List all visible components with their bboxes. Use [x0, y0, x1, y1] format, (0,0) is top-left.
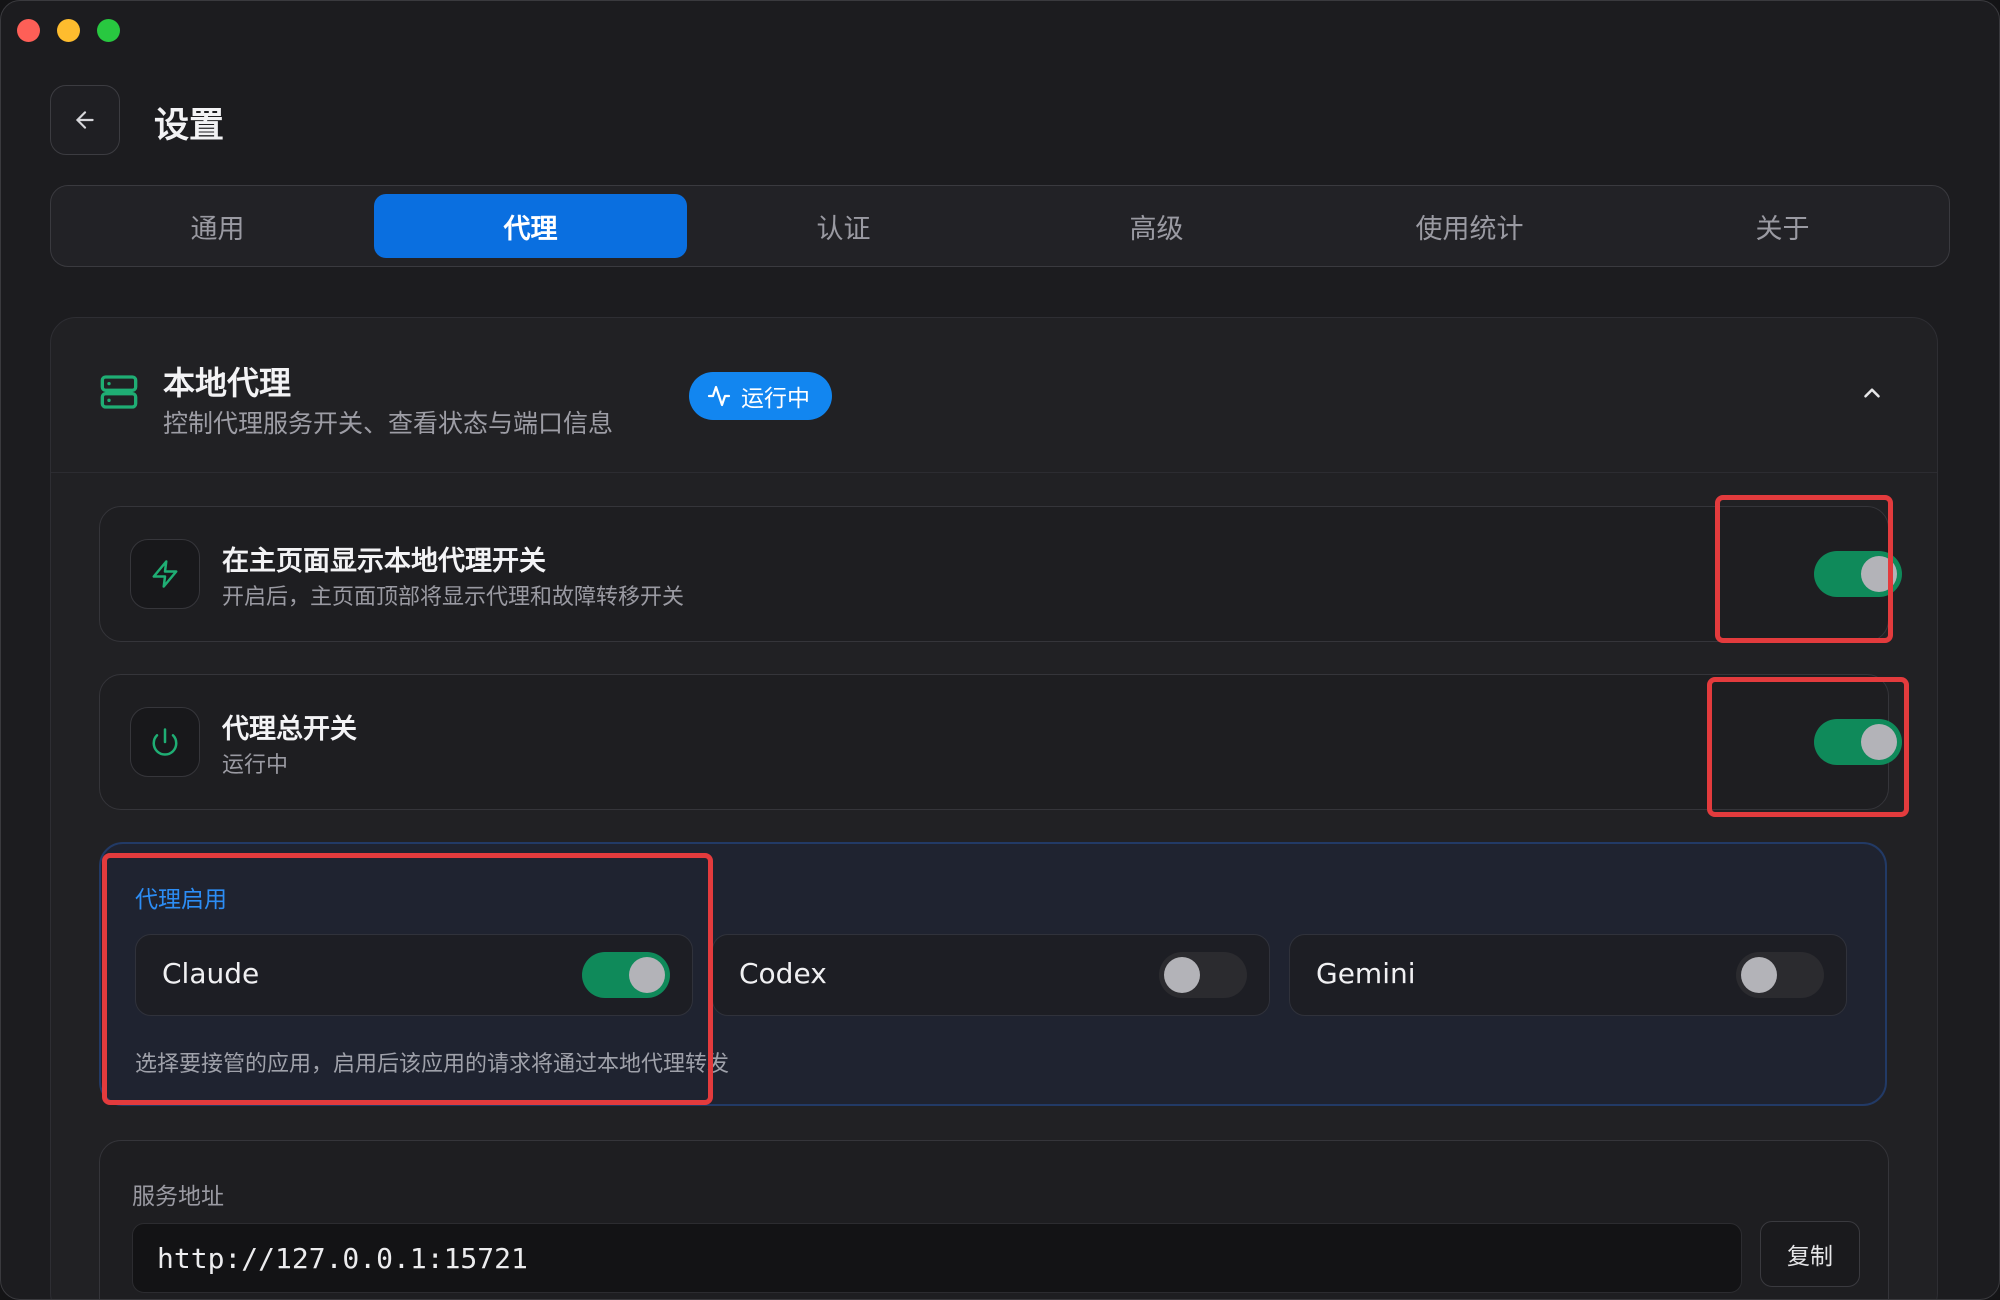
app-gemini: Gemini	[1289, 934, 1847, 1016]
section-subtitle: 控制代理服务开关、查看状态与端口信息	[163, 409, 614, 438]
server-icon	[99, 372, 139, 416]
activity-icon	[707, 385, 731, 407]
copy-button[interactable]: 复制	[1760, 1221, 1860, 1287]
show-on-home-title: 在主页面显示本地代理开关	[222, 546, 546, 577]
close-window-button[interactable]	[17, 19, 40, 42]
codex-toggle[interactable]	[1159, 952, 1247, 998]
master-switch-title: 代理总开关	[222, 714, 357, 745]
settings-tabbar: 通用 代理 认证 高级 使用统计 关于	[50, 185, 1950, 267]
app-name: Codex	[739, 957, 827, 990]
tab-auth[interactable]: 认证	[687, 194, 1000, 258]
back-button[interactable]	[50, 85, 120, 155]
master-switch-row: 代理总开关 运行中	[99, 674, 1902, 810]
app-name: Gemini	[1316, 957, 1416, 990]
tab-proxy[interactable]: 代理	[374, 194, 687, 258]
power-icon	[130, 707, 200, 777]
toggle-knob	[1741, 957, 1777, 993]
status-badge: 运行中	[689, 372, 832, 420]
chevron-up-icon[interactable]	[1859, 380, 1885, 410]
status-badge-label: 运行中	[741, 386, 810, 412]
local-proxy-card: 本地代理 控制代理服务开关、查看状态与端口信息 运行中 在主页面显示本地代理开关…	[50, 317, 1938, 1299]
page-title: 设置	[154, 106, 225, 146]
tab-advanced[interactable]: 高级	[1000, 194, 1313, 258]
show-on-home-row: 在主页面显示本地代理开关 开启后，主页面顶部将显示代理和故障转移开关	[99, 506, 1902, 642]
tab-usage-stats[interactable]: 使用统计	[1313, 194, 1626, 258]
highlight-box	[1715, 495, 1893, 643]
master-switch-status: 运行中	[222, 753, 289, 778]
local-proxy-header[interactable]: 本地代理 控制代理服务开关、查看状态与端口信息 运行中	[51, 318, 1937, 473]
toggle-knob	[1164, 957, 1200, 993]
zoom-window-button[interactable]	[97, 19, 120, 42]
highlight-box	[1707, 677, 1909, 817]
settings-window: 设置 通用 代理 认证 高级 使用统计 关于 本地代理 控制代理服务开关、查看状…	[0, 0, 2000, 1300]
minimize-window-button[interactable]	[57, 19, 80, 42]
service-address-card: 服务地址 http://127.0.0.1:15721 复制	[99, 1140, 1889, 1299]
show-on-home-description: 开启后，主页面顶部将显示代理和故障转移开关	[222, 585, 685, 610]
tab-about[interactable]: 关于	[1626, 194, 1939, 258]
section-title: 本地代理	[163, 364, 292, 402]
arrow-left-icon	[76, 111, 94, 129]
service-address-field[interactable]: http://127.0.0.1:15721	[132, 1223, 1742, 1293]
gemini-toggle[interactable]	[1736, 952, 1824, 998]
service-address-label: 服务地址	[132, 1184, 224, 1210]
window-controls	[17, 19, 120, 42]
highlight-box	[102, 853, 713, 1105]
tab-general[interactable]: 通用	[61, 194, 374, 258]
lightning-icon	[130, 539, 200, 609]
service-address-value: http://127.0.0.1:15721	[157, 1242, 528, 1275]
app-codex: Codex	[712, 934, 1270, 1016]
